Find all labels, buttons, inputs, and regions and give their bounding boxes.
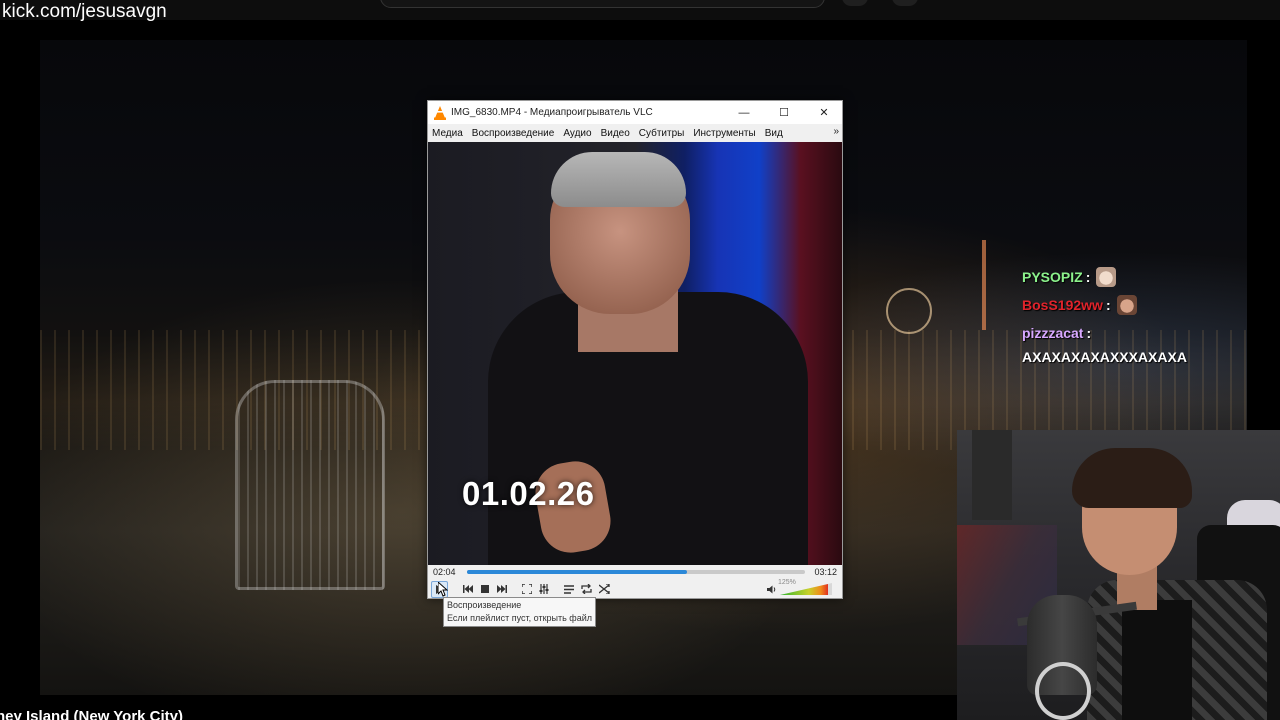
stream-url: kick.com/jesusavgn (2, 1, 167, 22)
mouse-cursor-icon (438, 582, 448, 597)
chat-username: PYSOPIZ (1022, 269, 1083, 285)
loop-button[interactable] (578, 581, 594, 597)
chat-message-text: AXAXAXAXAXXXAXAXA (1022, 349, 1187, 365)
menu-media[interactable]: Медиа (432, 128, 463, 139)
location-caption: ney Island (New York City) (0, 708, 183, 720)
previous-button[interactable] (460, 581, 476, 597)
previous-icon (463, 585, 473, 593)
face-emote-icon (1116, 295, 1137, 315)
menu-subtitles[interactable]: Субтитры (639, 128, 685, 139)
cat-emote-icon (1096, 267, 1117, 287)
shuffle-icon (598, 584, 610, 594)
vlc-cone-icon (434, 105, 446, 120)
close-button[interactable]: ✕ (804, 101, 844, 124)
man-hair (551, 152, 686, 207)
controls-bar: 125% (428, 579, 842, 599)
tshirt (1122, 600, 1192, 720)
roller-coaster (235, 380, 385, 590)
stop-icon (481, 585, 489, 593)
menu-audio[interactable]: Аудио (563, 128, 591, 139)
window-title: IMG_6830.MP4 - Медиапроигрыватель VLC (451, 107, 653, 118)
extended-settings-button[interactable] (536, 581, 552, 597)
next-button[interactable] (494, 581, 510, 597)
chat-colon: : (1085, 269, 1091, 285)
shelf (972, 430, 1012, 520)
seek-slider[interactable] (467, 570, 805, 574)
play-tooltip: Воспроизведение Если плейлист пуст, откр… (443, 597, 596, 627)
maximize-button[interactable]: ☐ (764, 101, 804, 124)
chat-message: PYSOPIZ : (1022, 263, 1242, 291)
seek-progress (467, 570, 687, 574)
streamer-webcam (957, 430, 1280, 720)
video-frame[interactable]: 01.02.26 (428, 142, 842, 565)
extended-settings-icon (539, 584, 549, 594)
loop-icon (580, 584, 592, 594)
next-icon (497, 585, 507, 593)
fullscreen-icon (522, 584, 532, 594)
stop-button[interactable] (477, 581, 493, 597)
tooltip-title: Воспроизведение (447, 600, 522, 610)
total-time: 03:12 (814, 567, 837, 577)
streamer-hair (1072, 448, 1192, 508)
fullscreen-button[interactable] (519, 581, 535, 597)
menu-tools[interactable]: Инструменты (693, 128, 755, 139)
title-bar[interactable]: IMG_6830.MP4 - Медиапроигрыватель VLC — … (428, 101, 842, 124)
playlist-icon (564, 584, 574, 594)
ferris-wheel (886, 288, 932, 334)
menu-more-chevron-icon[interactable]: » (833, 126, 839, 137)
browser-top-bar (0, 0, 1280, 20)
menu-playback[interactable]: Воспроизведение (472, 128, 555, 139)
vlc-window: IMG_6830.MP4 - Медиапроигрыватель VLC — … (427, 100, 843, 599)
chat-message: BosS192ww : (1022, 291, 1242, 319)
parachute-tower (982, 240, 986, 330)
shuffle-button[interactable] (596, 581, 612, 597)
chat-username: BosS192ww (1022, 297, 1103, 313)
top-button[interactable] (842, 0, 868, 6)
seek-bar-area: 02:04 03:12 (428, 565, 842, 579)
minimize-button[interactable]: — (724, 101, 764, 124)
volume-icon (767, 585, 776, 593)
top-button[interactable] (892, 0, 918, 6)
chat-overlay: PYSOPIZ : BosS192ww : pizzzacat : AXAXAX… (1022, 263, 1242, 365)
chat-username: pizzzacat (1022, 325, 1084, 341)
volume-slider[interactable] (780, 583, 832, 596)
chat-message: pizzzacat : (1022, 319, 1242, 347)
chat-colon: : (1086, 325, 1092, 341)
current-time: 02:04 (433, 567, 456, 577)
search-bar[interactable] (380, 0, 825, 8)
shock-mount (1035, 662, 1091, 720)
chat-colon: : (1105, 297, 1111, 313)
menu-view[interactable]: Вид (765, 128, 783, 139)
video-date-overlay: 01.02.26 (462, 475, 595, 512)
menu-video[interactable]: Видео (601, 128, 630, 139)
menu-bar: Медиа Воспроизведение Аудио Видео Субтит… (428, 124, 842, 142)
playlist-button[interactable] (561, 581, 577, 597)
tooltip-hint: Если плейлист пуст, открыть файл (447, 613, 592, 623)
